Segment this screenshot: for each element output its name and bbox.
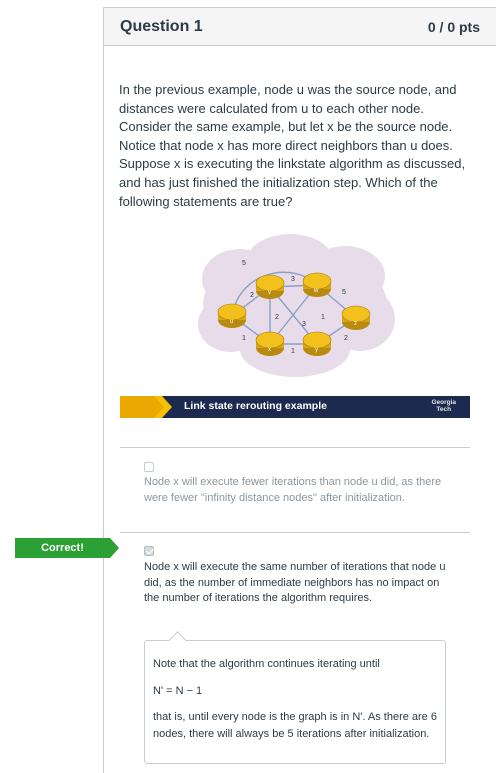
edge-weight: 5 bbox=[342, 289, 346, 296]
comment-formula: N' = N − 1 bbox=[153, 684, 203, 697]
correct-answer-flag: Correct! bbox=[15, 538, 119, 558]
router-v: v bbox=[255, 274, 285, 299]
edge-weight: 5 bbox=[242, 260, 246, 267]
figure-caption: Link state rerouting example bbox=[184, 400, 327, 412]
answer-divider bbox=[120, 447, 470, 448]
router-label: z bbox=[354, 321, 357, 327]
edge-weight: 2 bbox=[275, 314, 279, 321]
edge-weight: 3 bbox=[302, 321, 306, 328]
network-figure: 5 2 3 5 2 3 1 1 1 2 u v w x y z Link sta… bbox=[120, 224, 470, 418]
answer-option: Node x will execute fewer iterations tha… bbox=[144, 476, 442, 504]
router-label: x bbox=[268, 347, 271, 353]
edge-weight: 1 bbox=[321, 314, 325, 321]
georgia-tech-logo: Georgia Tech bbox=[431, 399, 456, 413]
edge-weight: 2 bbox=[344, 335, 348, 342]
edge-weight: 3 bbox=[291, 276, 295, 283]
answer-divider bbox=[120, 532, 470, 533]
chevron-arrows-icon bbox=[120, 396, 172, 418]
answer-checkbox-checked[interactable] bbox=[144, 546, 154, 556]
router-label: w bbox=[313, 288, 319, 294]
comment-line: that is, until every node is the graph i… bbox=[153, 711, 437, 740]
router-x: x bbox=[255, 331, 285, 356]
router-u: u bbox=[217, 303, 247, 328]
question-title: Question 1 bbox=[120, 17, 203, 35]
edge-weight: 1 bbox=[291, 348, 295, 355]
edge-weight: 1 bbox=[242, 335, 246, 342]
answer-option: Node x will execute the same number of i… bbox=[144, 561, 446, 604]
comment-line: Note that the algorithm continues iterat… bbox=[153, 658, 380, 670]
answer-checkbox[interactable] bbox=[144, 462, 154, 472]
router-label: v bbox=[268, 290, 271, 296]
question-points: 0 / 0 pts bbox=[427, 18, 480, 35]
router-w: w bbox=[302, 272, 332, 297]
network-diagram: 5 2 3 5 2 3 1 1 1 2 u v w x y z bbox=[198, 234, 395, 377]
router-y: y bbox=[302, 331, 332, 356]
figure-caption-band: Link state rerouting example Georgia Tec… bbox=[120, 396, 470, 418]
router-label: y bbox=[315, 347, 318, 353]
question-header: Question 1 0 / 0 pts bbox=[104, 8, 496, 46]
answer-comment: Note that the algorithm continues iterat… bbox=[144, 640, 446, 764]
router-label: u bbox=[230, 319, 233, 325]
router-z: z bbox=[341, 305, 371, 330]
question-text: In the previous example, node u was the … bbox=[119, 82, 466, 209]
edge-weight: 2 bbox=[250, 292, 254, 299]
